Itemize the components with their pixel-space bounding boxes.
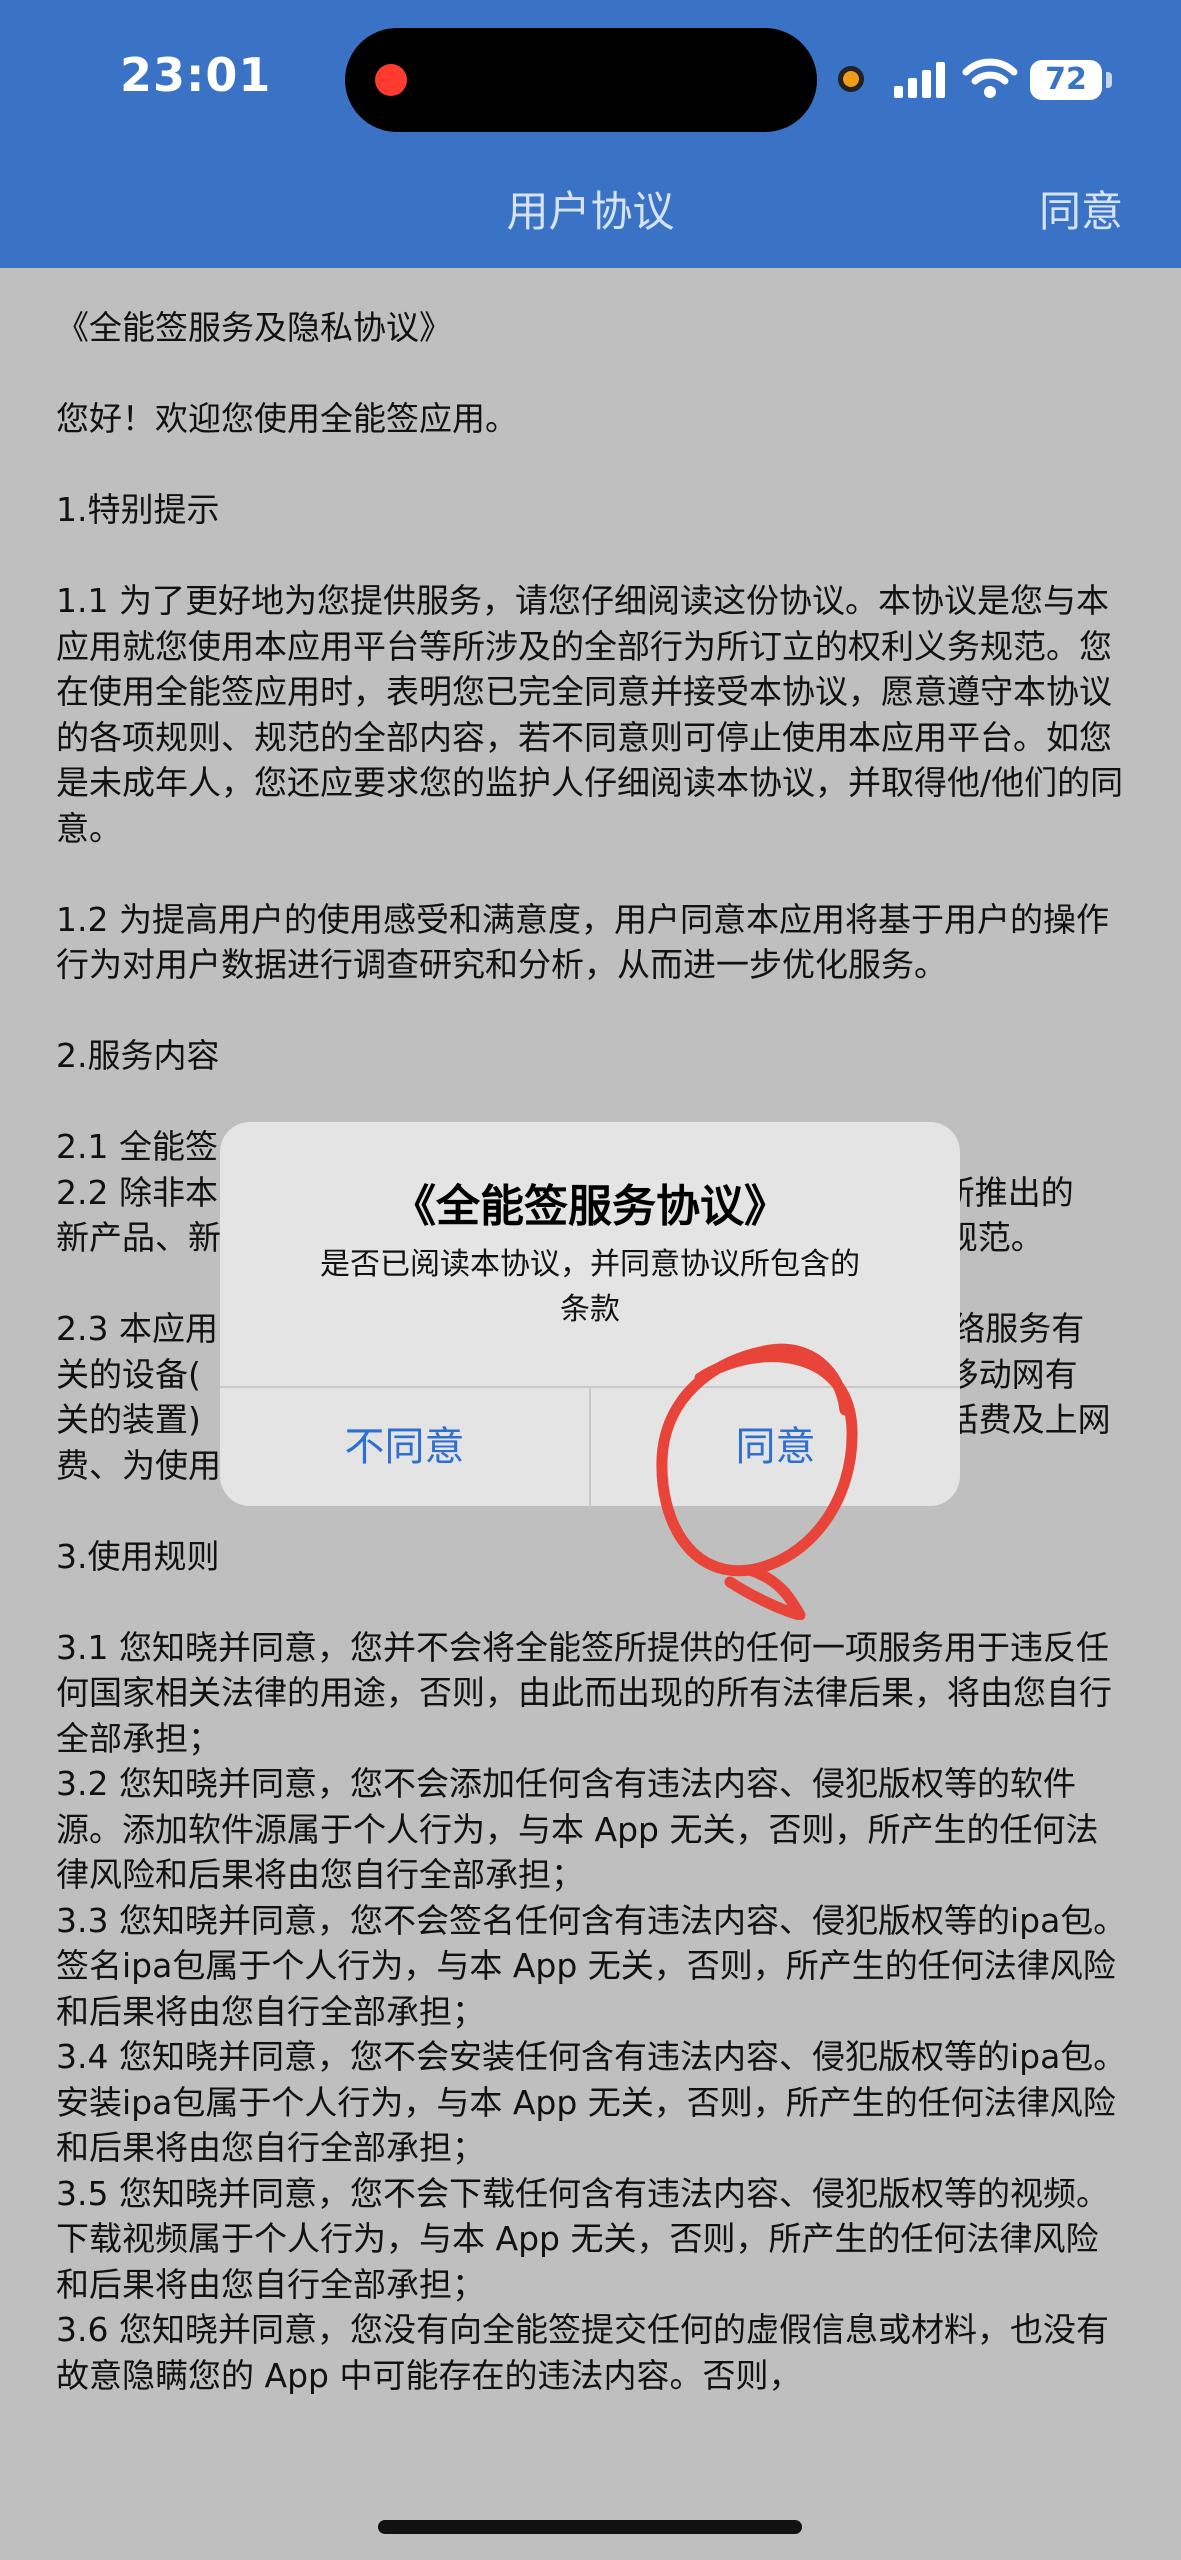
section-title: 2.服务内容 [56,1036,220,1075]
status-time: 23:01 [120,48,272,102]
paragraph-3-1: 3.1 您知晓并同意，您并不会将全能签所提供的任何一项服务用于违反任何国家相关法… [56,1627,1112,1758]
paragraph-3-3: 3.3 您知晓并同意，您不会签名任何含有违法内容、侵犯版权等的ipa包。签名ip… [56,1900,1127,2031]
top-bar: 23:01 72 用户协议 同意 [0,0,1181,268]
wifi-icon [962,58,1018,98]
dynamic-island [345,28,817,132]
battery-icon: 72 [1030,60,1102,100]
annotation-circle-icon [656,1343,858,1620]
paragraph-3-6: 3.6 您知晓并同意，您没有向全能签提交任何的虚假信息或材料，也没有故意隐瞒您的… [56,2310,1109,2395]
greeting-paragraph: 您好！欢迎您使用全能签应用。 [56,399,518,438]
paragraph-3-2: 3.2 您知晓并同意，您不会添加任何含有违法内容、侵犯版权等的软件源。添加软件源… [56,1764,1099,1894]
paragraph-1-1: 1.1 为了更好地为您提供服务，请您仔细阅读这份协议。本协议是您与本应用就您使用… [56,581,1124,848]
disagree-button[interactable]: 不同意 [220,1388,589,1506]
paragraph-1-2: 1.2 为提高用户的使用感受和满意度，用户同意本应用将基于用户的操作行为对用户数… [56,899,1109,985]
nav-agree-button[interactable]: 同意 [1039,178,1123,239]
agreement-heading: 《全能签服务及隐私协议》 [56,308,452,347]
section-title: 1.特别提示 [56,490,220,529]
paragraph-3-4: 3.4 您知晓并同意，您不会安装任何含有违法内容、侵犯版权等的ipa包。安装ip… [56,2037,1127,2167]
battery-cap [1106,72,1112,88]
dialog-title: 《全能签服务协议》 [392,1181,788,1232]
paragraph-3-5: 3.5 您知晓并同意，您不会下载任何含有违法内容、侵犯版权等的视频。下载视频属于… [56,2173,1109,2304]
dialog-message: 是否已阅读本协议，并同意协议所包含的条款 [320,1247,860,1327]
page-title: 用户协议 [506,187,675,236]
home-indicator[interactable] [378,2520,802,2534]
recording-indicator-icon [375,64,407,96]
camera-indicator-icon [838,66,864,92]
section-title: 3.使用规则 [56,1536,220,1576]
cellular-signal-icon [894,62,945,98]
